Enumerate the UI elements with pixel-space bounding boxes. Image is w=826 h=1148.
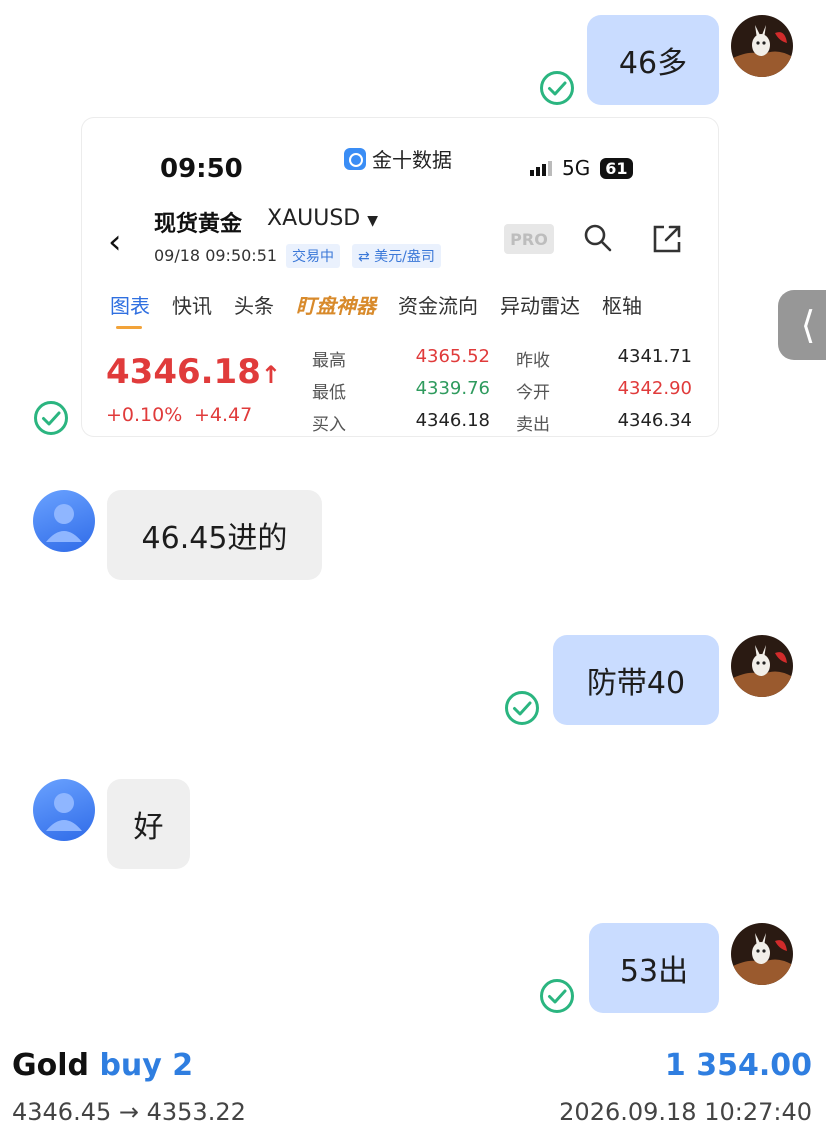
change-percent: +0.10% — [106, 404, 183, 426]
avatar-image-icon — [731, 15, 793, 77]
instrument-title: 现货黄金 — [154, 212, 243, 237]
tab-bar: 图表 快讯 头条 盯盘神器 资金流向 异动雷达 枢轴 — [110, 290, 664, 329]
message-text: 53出 — [619, 954, 689, 989]
bid-label: 买入 — [312, 415, 346, 435]
trade-timestamp: 2026.09.18 10:27:40 — [559, 1098, 812, 1126]
symbol-text: XAUUSD — [267, 206, 361, 231]
user-avatar-icon — [46, 504, 82, 542]
prev-close-value: 4341.71 — [617, 346, 692, 367]
ask-label: 卖出 — [516, 415, 550, 435]
tab-flash[interactable]: 快讯 — [172, 290, 212, 319]
instrument-name: Gold — [12, 1048, 89, 1083]
message-text: 46多 — [618, 46, 688, 81]
message-bubble-sent[interactable]: 46多 — [587, 15, 719, 105]
pro-badge[interactable]: PRO — [504, 224, 554, 254]
sent-check-icon — [34, 401, 68, 435]
sent-check-icon — [540, 979, 574, 1013]
app-name-text: 金十数据 — [372, 148, 452, 172]
sent-check-icon — [505, 691, 539, 725]
side-collapse-tab[interactable]: ⟨ — [778, 290, 826, 360]
status-bar: 5G 61 — [530, 156, 633, 180]
signal-icon — [530, 160, 552, 176]
avatar-image-icon — [731, 635, 793, 697]
contact-avatar[interactable] — [33, 779, 95, 841]
open-label: 今开 — [516, 383, 550, 403]
message-bubble-sent[interactable]: 防带40 — [553, 635, 719, 725]
trading-status-badge: 交易中 — [286, 244, 340, 268]
tab-watch-tool[interactable]: 盯盘神器 — [296, 290, 376, 319]
status-time: 09:50 — [160, 154, 243, 184]
share-icon[interactable] — [650, 222, 684, 256]
back-arrow-icon[interactable]: ‹ — [108, 222, 122, 262]
my-avatar[interactable] — [731, 923, 793, 985]
last-price: 4346.18↑ — [106, 352, 281, 392]
tab-fund-flow[interactable]: 资金流向 — [398, 290, 478, 319]
avatar-image-icon — [731, 923, 793, 985]
tab-chart[interactable]: 图表 — [110, 290, 150, 329]
sent-check-icon — [540, 71, 574, 105]
instrument-symbol[interactable]: XAUUSD ▼ — [267, 206, 378, 231]
up-arrow-icon: ↑ — [260, 361, 281, 389]
battery-icon: 61 — [600, 157, 633, 179]
trade-profit: 1 354.00 — [664, 1048, 812, 1083]
change-absolute: +4.47 — [194, 404, 253, 426]
tab-anomaly-radar[interactable]: 异动雷达 — [500, 290, 580, 319]
prev-close-label: 昨收 — [516, 351, 550, 371]
search-icon[interactable] — [582, 222, 614, 254]
contact-avatar[interactable] — [33, 490, 95, 552]
open-value: 4342.90 — [617, 378, 692, 399]
high-value: 4365.52 — [415, 346, 490, 367]
low-label: 最低 — [312, 383, 346, 403]
message-text: 防带40 — [586, 666, 686, 701]
trade-side: buy 2 — [99, 1048, 194, 1083]
high-label: 最高 — [312, 351, 346, 371]
app-name: 金十数据 — [344, 144, 452, 173]
tab-headlines[interactable]: 头条 — [234, 290, 274, 319]
chevron-left-icon: ⟨ — [800, 303, 816, 347]
trade-instrument: Gold buy 2 — [12, 1048, 193, 1083]
network-type: 5G — [562, 156, 591, 180]
last-price-value: 4346.18 — [106, 352, 261, 392]
dropdown-caret-icon: ▼ — [367, 213, 379, 229]
ask-value: 4346.34 — [617, 410, 692, 431]
my-avatar[interactable] — [731, 635, 793, 697]
image-message-screenshot[interactable]: 09:50 金十数据 5G 61 ‹ 现货黄金 XAUUSD ▼ 09/18 0… — [82, 118, 718, 436]
app-logo-icon — [344, 147, 366, 170]
currency-badge: ⇄ 美元/盎司 — [352, 244, 441, 268]
message-bubble-received[interactable]: 好 — [107, 779, 190, 869]
message-bubble-received[interactable]: 46.45进的 — [107, 490, 322, 580]
message-bubble-sent[interactable]: 53出 — [589, 923, 719, 1013]
quote-datetime: 09/18 09:50:51 — [154, 246, 278, 265]
message-text: 好 — [133, 810, 164, 845]
low-value: 4339.76 — [415, 378, 490, 399]
message-text: 46.45进的 — [141, 521, 288, 556]
trade-price-range: 4346.45 → 4353.22 — [12, 1098, 246, 1126]
tab-pivot[interactable]: 枢轴 — [602, 290, 642, 319]
my-avatar[interactable] — [731, 15, 793, 77]
user-avatar-icon — [46, 793, 82, 831]
bid-value: 4346.18 — [415, 410, 490, 431]
